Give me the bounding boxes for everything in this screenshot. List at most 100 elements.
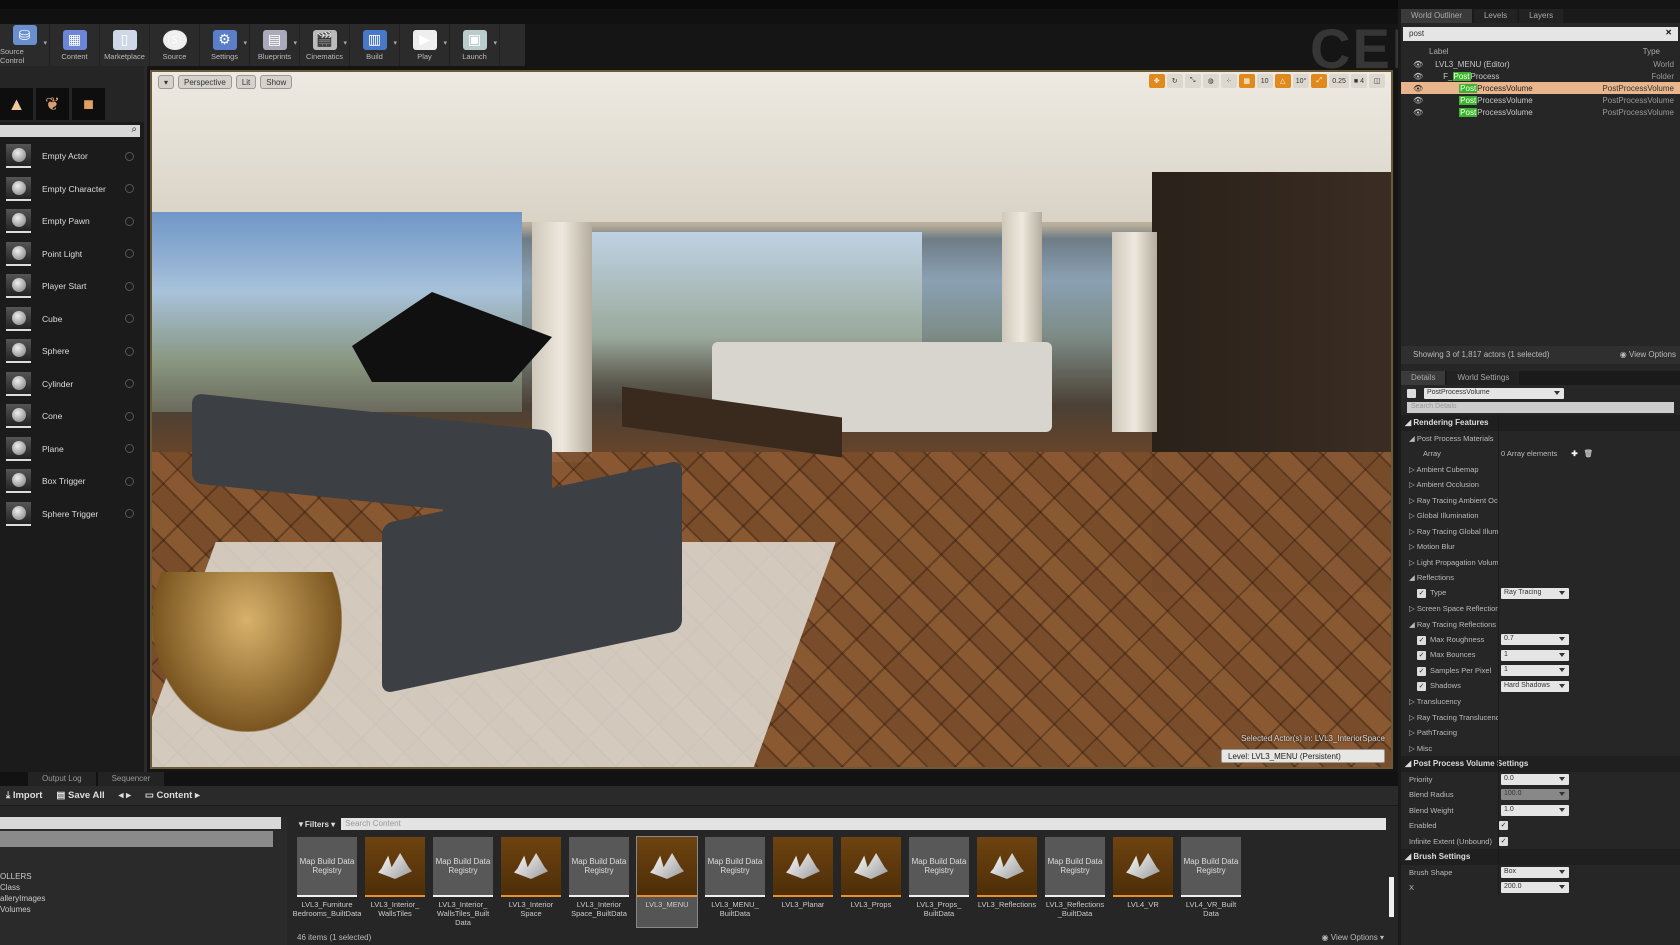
dropdown-arrow-icon[interactable]: ▾ — [293, 39, 297, 47]
place-item[interactable]: Cube — [0, 303, 144, 336]
info-icon[interactable] — [125, 444, 134, 454]
outliner-row[interactable]: 👁 PostProcessVolume PostProcessVolume — [1401, 94, 1680, 106]
dropdown-arrow-icon[interactable]: ▾ — [493, 39, 497, 47]
tab-world-settings[interactable]: World Settings — [1447, 371, 1520, 385]
property-field[interactable]: 100.0 — [1501, 789, 1569, 801]
details-property-row[interactable]: ◢ Ray Tracing Reflections — [1401, 617, 1680, 633]
place-item[interactable]: Player Start — [0, 270, 144, 303]
override-checkbox[interactable]: ✓ — [1417, 651, 1426, 661]
place-item[interactable]: Plane — [0, 433, 144, 466]
property-field[interactable]: Hard Shadows — [1501, 680, 1569, 692]
view-options-button[interactable]: ◉ View Options ▾ — [1322, 933, 1384, 942]
info-icon[interactable] — [125, 509, 134, 519]
place-item[interactable]: Sphere — [0, 335, 144, 368]
asset-tile[interactable]: LVL3_Planar — [773, 837, 833, 927]
override-checkbox[interactable]: ✓ — [1417, 666, 1426, 676]
tab-output-log[interactable]: Output Log — [28, 772, 96, 786]
source-folder[interactable]: Class — [0, 882, 287, 893]
rotation-snap-value[interactable]: 10° — [1292, 74, 1310, 88]
details-property-row[interactable]: ▷ Screen Space Reflection — [1401, 601, 1680, 617]
outliner-row[interactable]: 👁 PostProcessVolume PostProcessVolume — [1401, 106, 1680, 118]
details-property-row[interactable]: ▷ Ray Tracing Ambient Occ — [1401, 493, 1680, 509]
info-icon[interactable] — [125, 184, 134, 194]
source-folder[interactable]: alleryImages — [0, 893, 287, 904]
toolbar-content-button[interactable]: ▦ Content — [50, 24, 100, 66]
details-property-row[interactable]: ▷ Ray Tracing Translucenc — [1401, 710, 1680, 726]
dropdown-arrow-icon[interactable]: ▾ — [343, 39, 347, 47]
details-search-input[interactable]: Search Details — [1407, 402, 1674, 413]
place-search-input[interactable]: ⌕ — [0, 124, 140, 137]
path-content[interactable]: ▭ Content ▸ — [145, 790, 200, 801]
toolbar-settings-button[interactable]: ⚙ Settings ▾ — [200, 24, 250, 66]
content-search-input[interactable]: Search Content — [341, 818, 1386, 830]
mesh-paint-mode-icon[interactable]: ■ — [72, 88, 105, 120]
details-section-header[interactable]: ◢ Rendering Features — [1401, 415, 1680, 431]
details-property-row[interactable]: ◢ Reflections — [1401, 570, 1680, 586]
perspective-button[interactable]: Perspective — [178, 75, 232, 89]
details-property-row[interactable]: ▷ Ambient Cubemap — [1401, 462, 1680, 478]
asset-tile[interactable]: LVL3_Reflections — [977, 837, 1037, 927]
source-folder[interactable]: Volumes — [0, 904, 287, 915]
asset-tile[interactable]: Map Build Data Registry LVL3_Interior Spa… — [569, 837, 629, 927]
details-section-header[interactable]: ◢ Post Process Volume Settings — [1401, 756, 1680, 772]
toolbar-blueprints-button[interactable]: ▤ Blueprints ▾ — [250, 24, 300, 66]
toolbar-cinematics-button[interactable]: 🎬 Cinematics ▾ — [300, 24, 350, 66]
info-icon[interactable] — [125, 216, 134, 226]
outliner-row[interactable]: 👁 PostProcessVolume PostProcessVolume — [1401, 82, 1680, 94]
asset-tile[interactable]: Map Build Data Registry LVL3_Props_ Built… — [909, 837, 969, 927]
tab-details[interactable]: Details — [1401, 371, 1446, 385]
asset-tile[interactable]: LVL4_VR — [1113, 837, 1173, 927]
toolbar-play-button[interactable]: ▶ Play ▾ — [400, 24, 450, 66]
world-local-icon[interactable]: ◍ — [1202, 74, 1219, 88]
details-property-row[interactable]: ▷ PathTracing — [1401, 725, 1680, 741]
property-field[interactable]: 1.0 — [1501, 804, 1569, 816]
details-property-row[interactable]: ▷ Translucency — [1401, 694, 1680, 710]
property-field[interactable]: Ray Tracing — [1501, 587, 1569, 599]
viewport-menu-button[interactable]: ▾ — [158, 75, 175, 89]
source-folder[interactable]: OLLERS — [0, 871, 287, 882]
place-item[interactable]: Empty Character — [0, 173, 144, 206]
details-property-row[interactable]: ▷ Ambient Occlusion — [1401, 477, 1680, 493]
override-checkbox[interactable]: ✓ — [1417, 589, 1426, 599]
asset-tile[interactable]: Map Build Data Registry LVL3_Furniture Be… — [293, 837, 361, 927]
asset-tile[interactable]: Map Build Data Registry LVL3_Interior_ Wa… — [433, 837, 493, 927]
info-icon[interactable] — [125, 411, 134, 421]
scale-icon[interactable]: ⤡ — [1184, 74, 1201, 88]
asset-tile[interactable]: LVL3_MENU — [636, 836, 698, 928]
grid-snap-icon[interactable]: ▦ — [1238, 74, 1255, 88]
details-section-header[interactable]: ◢ Brush Settings — [1401, 849, 1680, 865]
info-icon[interactable] — [125, 281, 134, 291]
show-button[interactable]: Show — [260, 75, 293, 89]
back-forward-icon[interactable]: ◂ ▸ — [119, 790, 131, 801]
override-checkbox[interactable]: ✓ — [1417, 682, 1426, 692]
rotate-icon[interactable]: ↻ — [1166, 74, 1183, 88]
level-viewport[interactable]: ▾ Perspective Lit Show ✥ ↻ ⤡ ◍ ⁘ ▦ 10 △ … — [150, 70, 1393, 769]
dropdown-arrow-icon[interactable]: ▾ — [393, 39, 397, 47]
place-item[interactable]: Empty Actor — [0, 140, 144, 173]
property-field[interactable]: 1 — [1501, 649, 1569, 661]
actor-name-input[interactable]: PostProcessVolume — [1424, 388, 1564, 399]
visibility-eye-icon[interactable]: 👁 — [1413, 108, 1423, 117]
details-property-row[interactable]: ▷ Global Illumination — [1401, 508, 1680, 524]
view-options-button[interactable]: ◉ View Options — [1620, 350, 1676, 359]
lit-button[interactable]: Lit — [235, 75, 257, 89]
visibility-eye-icon[interactable]: 👁 — [1413, 60, 1423, 69]
toolbar-marketplace-button[interactable]: ▯ Marketplace — [100, 24, 150, 66]
asset-scrollbar[interactable] — [1389, 877, 1394, 917]
visibility-eye-icon[interactable]: 👁 — [1413, 84, 1423, 93]
asset-tile[interactable]: Map Build Data Registry LVL4_VR_Built Dat… — [1181, 837, 1241, 927]
rotation-snap-icon[interactable]: △ — [1274, 74, 1291, 88]
info-icon[interactable] — [125, 346, 134, 356]
outliner-row[interactable]: 👁 LVL3_MENU (Editor) World — [1401, 58, 1680, 70]
info-icon[interactable] — [125, 379, 134, 389]
clear-search-icon[interactable]: ✕ — [1665, 28, 1672, 37]
place-item[interactable]: Point Light — [0, 238, 144, 271]
property-field[interactable]: 0.0 — [1501, 773, 1569, 785]
info-icon[interactable] — [125, 249, 134, 259]
toolbar-source-control-button[interactable]: ⛁ Source Control ▾ — [0, 24, 50, 66]
place-mode-icon[interactable]: ▲ — [0, 88, 33, 120]
asset-tile[interactable]: LVL3_Props — [841, 837, 901, 927]
details-property-row[interactable]: ▷ Misc — [1401, 741, 1680, 757]
grid-snap-value[interactable]: 10 — [1256, 74, 1273, 88]
tab-sequencer[interactable]: Sequencer — [97, 772, 165, 786]
